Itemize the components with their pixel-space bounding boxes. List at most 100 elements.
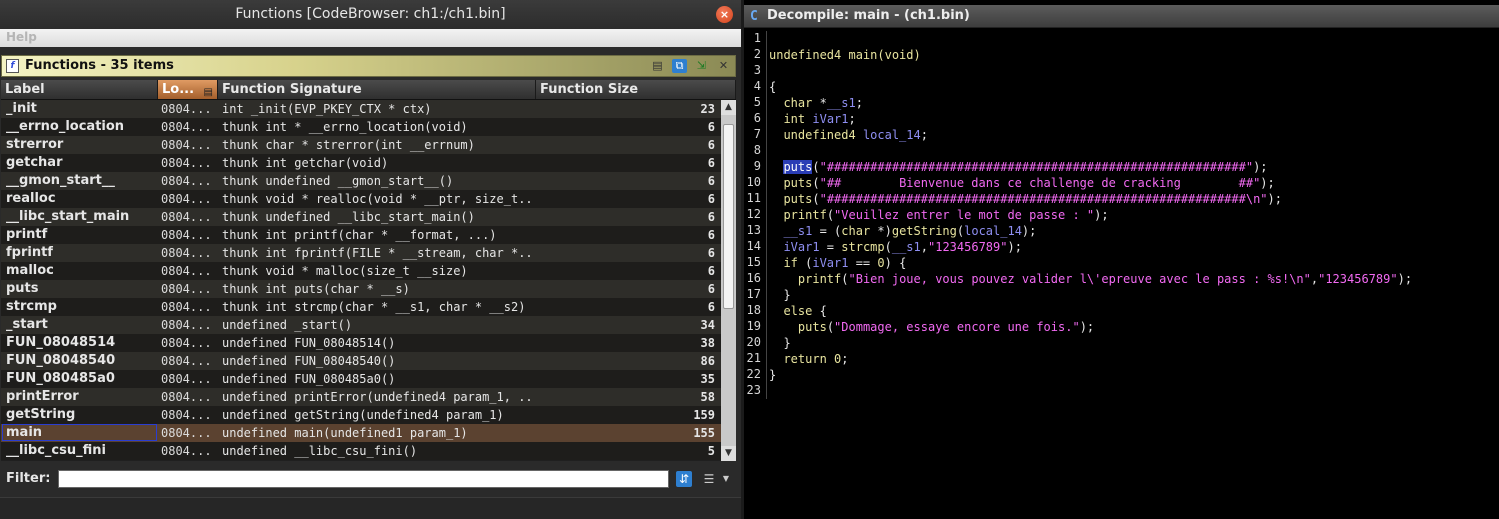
export-icon[interactable]: ⇲ xyxy=(694,59,709,73)
function-signature: thunk undefined __libc_start_main() xyxy=(222,210,475,224)
code-line[interactable]: puts("## Bienvenue dans ce challenge de … xyxy=(769,175,1275,191)
table-row[interactable]: __libc_csu_fini 0804... undefined __libc_c… xyxy=(1,442,721,460)
function-size: 6 xyxy=(707,210,715,224)
close-icon[interactable]: × xyxy=(716,6,733,23)
column-signature[interactable]: Function Signature xyxy=(218,80,536,99)
window-title: Functions [CodeBrowser: ch1:/ch1.bin] xyxy=(235,6,506,22)
column-label[interactable]: Label xyxy=(1,80,158,99)
code-line[interactable]: char *__s1; xyxy=(769,95,863,111)
code-line[interactable]: __s1 = (char *)getString(local_14); xyxy=(769,223,1036,239)
filter-input[interactable] xyxy=(58,470,669,488)
close-panel-icon[interactable]: ✕ xyxy=(716,59,731,73)
table-row[interactable]: __gmon_start__ 0804... thunk undefined __g… xyxy=(1,172,721,190)
function-location: 0804... xyxy=(161,336,212,350)
line-number: 14 xyxy=(746,239,761,253)
function-size: 6 xyxy=(707,174,715,188)
code-line[interactable]: } xyxy=(769,335,790,351)
code-token: { xyxy=(769,80,777,94)
column-size[interactable]: Function Size xyxy=(536,80,736,99)
line-number: 17 xyxy=(746,287,761,301)
table-row[interactable]: FUN_080485a0 0804... undefined FUN_080485a… xyxy=(1,370,721,388)
code-token: = ( xyxy=(812,224,842,238)
scrollbar-thumb[interactable] xyxy=(723,124,734,309)
line-number: 4 xyxy=(753,79,761,93)
code-line[interactable]: { xyxy=(769,79,776,95)
code-line[interactable]: iVar1 = strcmp(__s1,"123456789"); xyxy=(769,239,1021,255)
table-row[interactable]: getString 0804... undefined getString(unde… xyxy=(1,406,721,424)
column-location[interactable]: Lo... ▤ xyxy=(158,80,218,99)
function-label: strerror xyxy=(6,137,64,152)
table-row[interactable]: fprintf 0804... thunk int fprintf(FILE * _… xyxy=(1,244,721,262)
line-number: 5 xyxy=(753,95,761,109)
code-token: "## Bienvenue dans ce challenge de crack… xyxy=(819,176,1261,190)
code-line[interactable]: return 0; xyxy=(769,351,848,367)
table-row[interactable]: FUN_08048540 0804... undefined FUN_0804854… xyxy=(1,352,721,370)
function-signature: thunk void * realloc(void * __ptr, size_… xyxy=(222,192,532,206)
code-line[interactable]: undefined4 local_14; xyxy=(769,127,928,143)
line-number: 7 xyxy=(753,127,761,141)
function-label: getString xyxy=(6,407,76,422)
function-size: 58 xyxy=(700,390,715,404)
filter-settings-icon[interactable]: ☰ xyxy=(701,471,717,487)
function-label: printError xyxy=(6,389,79,404)
table-row[interactable]: _init 0804... int _init(EVP_PKEY_CTX * ctx… xyxy=(1,100,721,118)
functions-table: Label Lo... ▤ Function Signature Functio… xyxy=(1,80,736,461)
table-row[interactable]: realloc 0804... thunk void * realloc(void … xyxy=(1,190,721,208)
code-token: ); xyxy=(1260,176,1275,190)
table-row[interactable]: strerror 0804... thunk char * strerror(int… xyxy=(1,136,721,154)
table-row[interactable]: __errno_location 0804... thunk int * __err… xyxy=(1,118,721,136)
copy-icon[interactable]: ⧉ xyxy=(672,59,687,73)
table-row[interactable]: malloc 0804... thunk void * malloc(size_t … xyxy=(1,262,721,280)
code-line[interactable]: printf("Bien joue, vous pouvez valider l… xyxy=(769,271,1412,287)
table-row[interactable]: _start 0804... undefined _start() 34 xyxy=(1,316,721,334)
table-row[interactable]: FUN_08048514 0804... undefined FUN_0804851… xyxy=(1,334,721,352)
line-number: 13 xyxy=(746,223,761,237)
table-row[interactable]: main 0804... undefined main(undefined1 par… xyxy=(1,424,721,442)
filter-clear-icon[interactable]: ⇵ xyxy=(676,471,692,487)
line-number: 2 xyxy=(753,47,761,61)
code-token-highlighted: puts xyxy=(783,160,813,174)
function-label: __libc_csu_fini xyxy=(6,443,106,458)
line-number: 21 xyxy=(746,351,761,365)
code-token: ( xyxy=(884,240,892,254)
table-row[interactable]: puts 0804... thunk int puts(char * __s) 6 xyxy=(1,280,721,298)
scroll-up-icon[interactable]: ▲ xyxy=(721,100,736,115)
function-size: 6 xyxy=(707,138,715,152)
table-row[interactable]: __libc_start_main 0804... thunk undefined … xyxy=(1,208,721,226)
code-line[interactable]: } xyxy=(769,367,776,383)
functions-window-titlebar[interactable]: Functions [CodeBrowser: ch1:/ch1.bin] xyxy=(0,0,741,29)
function-size: 6 xyxy=(707,120,715,134)
code-line[interactable]: int iVar1; xyxy=(769,111,856,127)
code-line[interactable]: printf("Veuillez entrer le mot de passe … xyxy=(769,207,1108,223)
vertical-scrollbar[interactable]: ▲ ▼ xyxy=(721,100,736,461)
code-line[interactable]: } xyxy=(769,287,790,303)
code-line[interactable]: if (iVar1 == 0) { xyxy=(769,255,906,271)
menu-help[interactable]: Help xyxy=(6,30,37,44)
code-line[interactable]: else { xyxy=(769,303,826,319)
code-token: ; xyxy=(920,128,928,142)
function-signature: undefined FUN_080485a0() xyxy=(222,372,396,386)
filter-options-icon[interactable]: ▤ xyxy=(650,59,665,73)
code-line[interactable]: puts("Dommage, essaye encore une fois.")… xyxy=(769,319,1094,335)
function-signature: thunk int * __errno_location(void) xyxy=(222,120,468,134)
table-row[interactable]: printf 0804... thunk int printf(char * __f… xyxy=(1,226,721,244)
table-row[interactable]: strcmp 0804... thunk int strcmp(char * __s… xyxy=(1,298,721,316)
code-token: ; xyxy=(848,112,856,126)
function-signature: undefined main(undefined1 param_1) xyxy=(222,426,468,440)
code-line[interactable]: puts("##################################… xyxy=(769,159,1268,175)
table-row[interactable]: printError 0804... undefined printError(un… xyxy=(1,388,721,406)
code-line[interactable]: undefined4 main(void) xyxy=(769,47,921,63)
code-token: printf xyxy=(783,208,827,222)
function-size: 155 xyxy=(693,426,715,440)
scroll-down-icon[interactable]: ▼ xyxy=(721,446,736,461)
chevron-down-icon[interactable]: ▼ xyxy=(721,471,731,487)
function-location: 0804... xyxy=(161,138,212,152)
decompile-titlebar[interactable]: C Decompile: main - (ch1.bin) xyxy=(744,5,1499,28)
table-row[interactable]: getchar 0804... thunk int getchar(void) 6 xyxy=(1,154,721,172)
code-line[interactable]: puts("##################################… xyxy=(769,191,1282,207)
function-location: 0804... xyxy=(161,228,212,242)
function-location: 0804... xyxy=(161,210,212,224)
function-signature: undefined __libc_csu_fini() xyxy=(222,444,418,458)
